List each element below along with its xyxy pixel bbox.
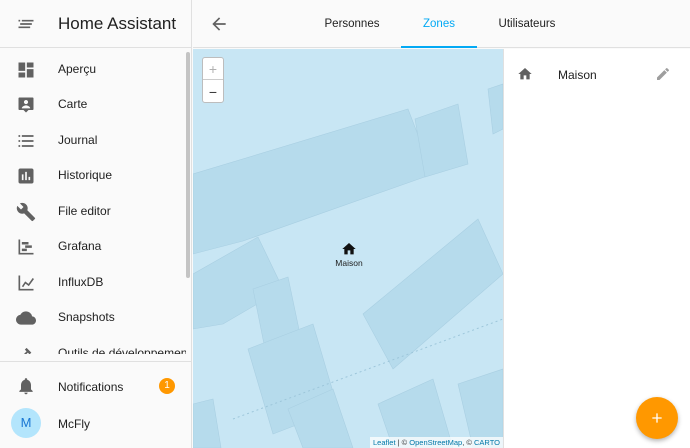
notification-count-badge: 1 [159, 378, 175, 394]
tab-label: Zones [423, 18, 455, 30]
map-attribution: Leaflet | © OpenStreetMap, © CARTO [370, 437, 503, 448]
carto-link[interactable]: CARTO [474, 438, 500, 447]
sidebar: Home Assistant Aperçu Carte Journal Hist… [0, 0, 192, 448]
tab-utilisateurs[interactable]: Utilisateurs [477, 0, 577, 48]
zone-map[interactable]: + − Maison Leaflet | © OpenStreetMap, © … [193, 49, 503, 448]
sidebar-header: Home Assistant [0, 0, 192, 48]
tab-personnes[interactable]: Personnes [303, 0, 401, 48]
user-name: McFly [58, 417, 90, 431]
user-profile-button[interactable]: M McFly [0, 404, 192, 444]
list-icon [18, 135, 34, 147]
zone-list-item[interactable]: Maison [504, 57, 690, 93]
cloud-icon [16, 311, 36, 325]
sidebar-item-snapshots[interactable]: Snapshots [0, 300, 186, 336]
tab-label: Personnes [324, 18, 380, 30]
sidebar-item-label: Journal [58, 133, 98, 147]
map-account-icon [18, 97, 34, 113]
sidebar-item-label: Outils de développement [58, 346, 186, 354]
zoom-control: + − [202, 57, 224, 103]
app-title: Home Assistant [58, 14, 177, 33]
sidebar-divider [0, 361, 192, 362]
hammer-icon [24, 347, 32, 354]
dashboard-icon [18, 62, 34, 78]
sidebar-item-file-editor[interactable]: File editor [0, 194, 186, 230]
sidebar-item-label: File editor [58, 204, 111, 218]
sidebar-item-carte[interactable]: Carte [0, 87, 186, 123]
osm-link[interactable]: OpenStreetMap [409, 438, 462, 447]
top-app-bar: Personnes Zones Utilisateurs [193, 0, 690, 48]
pencil-icon[interactable] [655, 66, 671, 82]
zoom-out-button[interactable]: − [203, 81, 223, 103]
zone-marker[interactable]: Maison [331, 241, 367, 268]
marker-label: Maison [335, 258, 363, 268]
bar-chart-icon [18, 168, 34, 184]
sidebar-item-label: Grafana [58, 239, 102, 253]
sidebar-item-grafana[interactable]: Grafana [0, 229, 186, 265]
sidebar-item-apercu[interactable]: Aperçu [0, 52, 186, 88]
notifications-button[interactable]: Notifications 1 [0, 368, 192, 404]
sidebar-item-label: Historique [58, 168, 113, 182]
sidebar-item-influxdb[interactable]: InfluxDB [0, 265, 186, 301]
bell-icon [19, 378, 33, 395]
zoom-in-button[interactable]: + [203, 58, 223, 80]
menu-collapse-icon[interactable] [16, 14, 36, 34]
avatar: M [11, 408, 41, 438]
sidebar-item-label: InfluxDB [58, 275, 104, 289]
leaflet-link[interactable]: Leaflet [373, 438, 396, 447]
sidebar-item-label: Carte [58, 97, 88, 111]
zones-panel: Maison [503, 49, 690, 448]
sidebar-nav: Aperçu Carte Journal Historique File edi… [0, 52, 186, 354]
wrench-icon [16, 202, 36, 222]
zone-name: Maison [558, 68, 597, 82]
sidebar-item-label: Aperçu [58, 62, 97, 76]
sidebar-item-label: Snapshots [58, 310, 115, 324]
home-icon [342, 243, 356, 255]
plus-icon [652, 413, 662, 423]
sidebar-item-journal[interactable]: Journal [0, 123, 186, 159]
tab-label: Utilisateurs [498, 18, 556, 30]
back-arrow-icon[interactable] [209, 14, 229, 34]
home-icon [518, 68, 532, 80]
sidebar-item-historique[interactable]: Historique [0, 158, 186, 194]
tab-zones[interactable]: Zones [401, 0, 477, 48]
notifications-label: Notifications [58, 380, 124, 394]
sidebar-scrollbar[interactable] [186, 52, 190, 278]
chart-timeline-icon [18, 239, 34, 255]
chart-line-icon [18, 275, 34, 291]
sidebar-item-outils[interactable]: Outils de développement [0, 336, 186, 354]
add-zone-button[interactable] [636, 397, 678, 439]
